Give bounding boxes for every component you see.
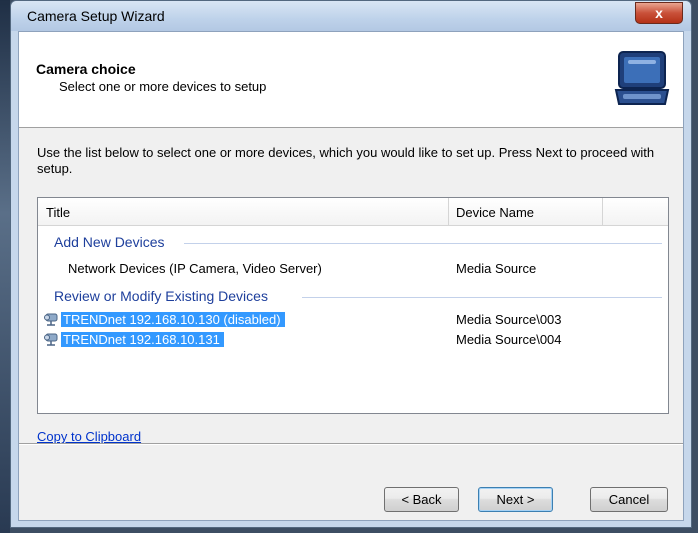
back-button[interactable]: < Back <box>384 487 459 512</box>
camera-icon <box>44 313 58 326</box>
wizard-window: Camera Setup Wizard x Camera choice Sele… <box>10 0 692 528</box>
column-separator[interactable] <box>448 198 449 225</box>
page-title: Camera choice <box>36 61 136 77</box>
window-title: Camera Setup Wizard <box>27 8 165 24</box>
column-separator[interactable] <box>602 198 603 225</box>
page-subtitle: Select one or more devices to setup <box>59 79 267 94</box>
list-item-device[interactable]: Media Source\003 <box>456 312 562 327</box>
close-icon: x <box>655 5 663 21</box>
desktop-background <box>0 0 10 533</box>
list-item-title[interactable]: TRENDnet 192.168.10.130 (disabled) <box>61 312 285 327</box>
list-header: Title Device Name <box>38 198 668 226</box>
group-divider <box>184 243 662 244</box>
footer-divider <box>19 443 683 445</box>
group-header-add-new[interactable]: Add New Devices <box>54 234 165 250</box>
device-list[interactable]: Title Device Name Add New Devices Networ… <box>37 197 669 414</box>
close-button[interactable]: x <box>635 2 683 24</box>
camera-icon <box>44 333 58 346</box>
list-item-title[interactable]: Network Devices (IP Camera, Video Server… <box>68 261 322 276</box>
copy-to-clipboard-link[interactable]: Copy to Clipboard <box>37 429 141 444</box>
instructions-text: Use the list below to select one or more… <box>37 145 655 176</box>
group-divider <box>302 297 662 298</box>
cancel-button[interactable]: Cancel <box>590 487 668 512</box>
list-item-device[interactable]: Media Source <box>456 261 536 276</box>
column-header-title[interactable]: Title <box>46 205 70 220</box>
list-item-device[interactable]: Media Source\004 <box>456 332 562 347</box>
title-bar[interactable]: Camera Setup Wizard x <box>11 1 691 31</box>
group-header-existing[interactable]: Review or Modify Existing Devices <box>54 288 268 304</box>
camera-case-icon <box>614 51 670 105</box>
wizard-client-area: Camera choice Select one or more devices… <box>18 31 684 521</box>
next-button[interactable]: Next > <box>478 487 553 512</box>
list-item-title[interactable]: TRENDnet 192.168.10.131 <box>61 332 224 347</box>
wizard-header: Camera choice Select one or more devices… <box>19 32 683 128</box>
column-header-device-name[interactable]: Device Name <box>456 205 534 220</box>
